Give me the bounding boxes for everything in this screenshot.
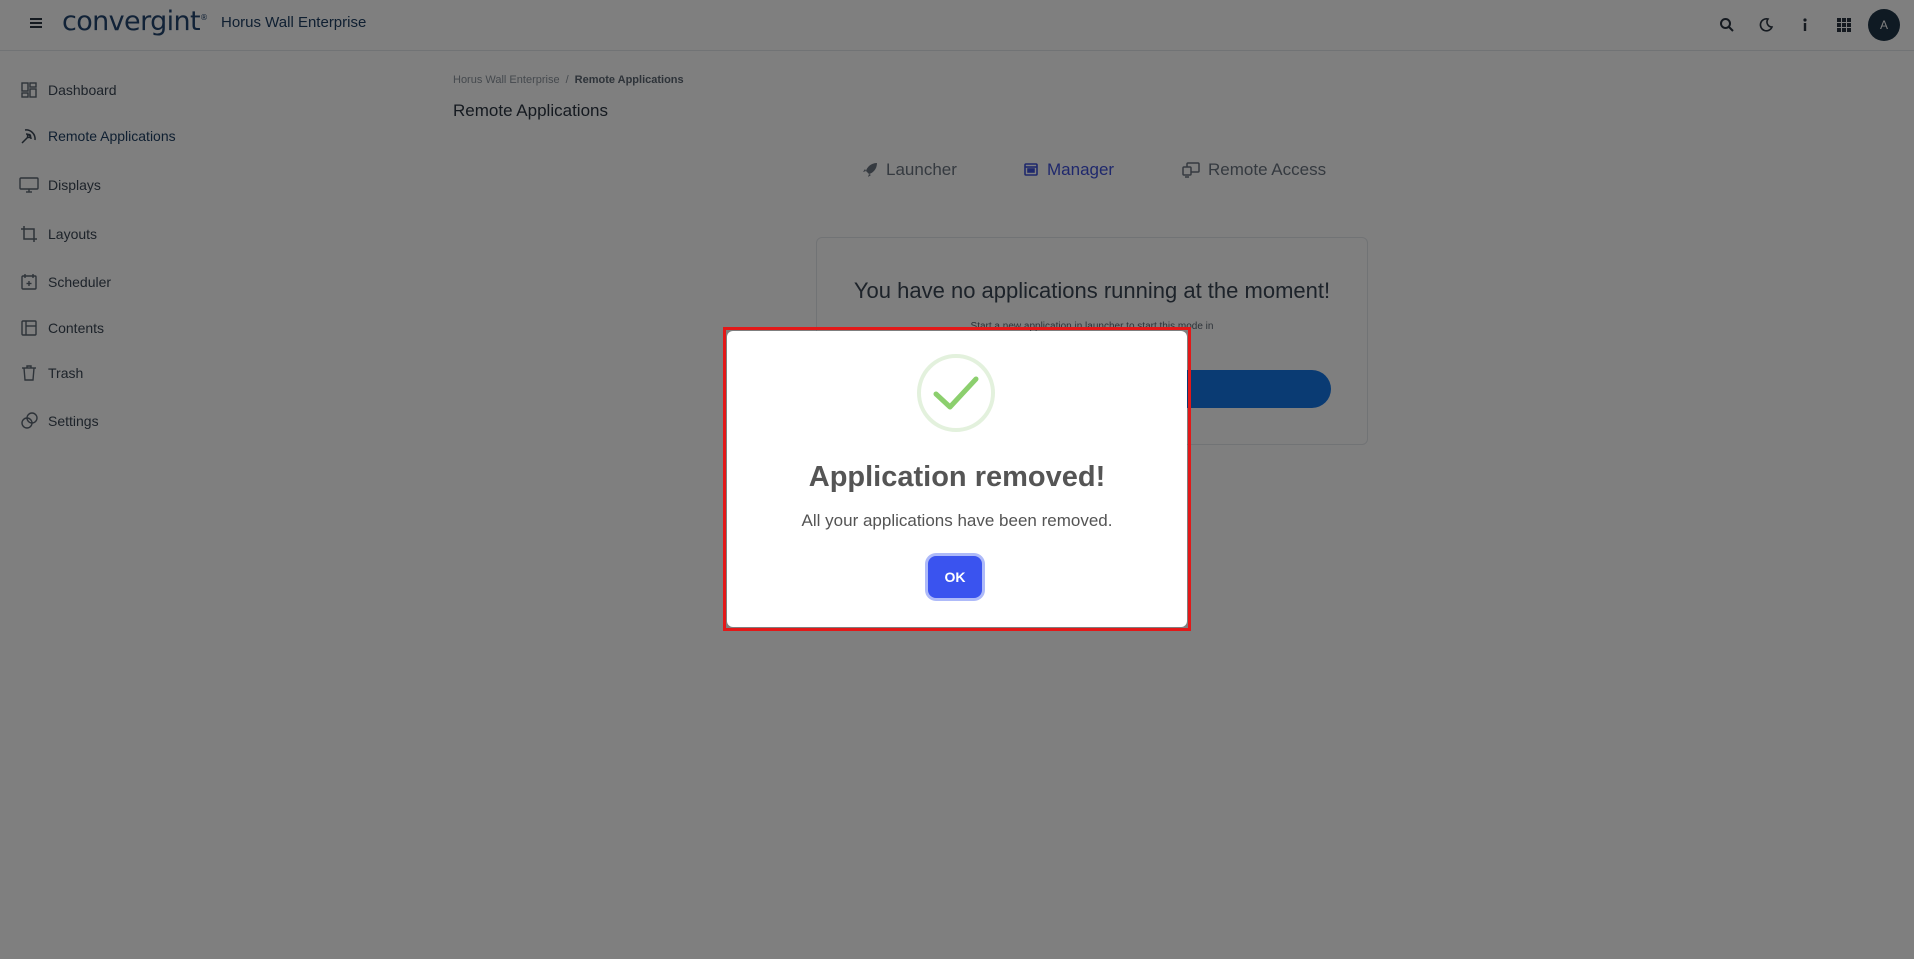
dialog-message: All your applications have been removed. (801, 511, 1113, 530)
dialog-title: Application removed! (808, 461, 1106, 493)
ok-button[interactable]: OK (928, 556, 982, 598)
success-check-icon (917, 354, 995, 432)
success-dialog: Application removed! All your applicatio… (727, 331, 1187, 627)
